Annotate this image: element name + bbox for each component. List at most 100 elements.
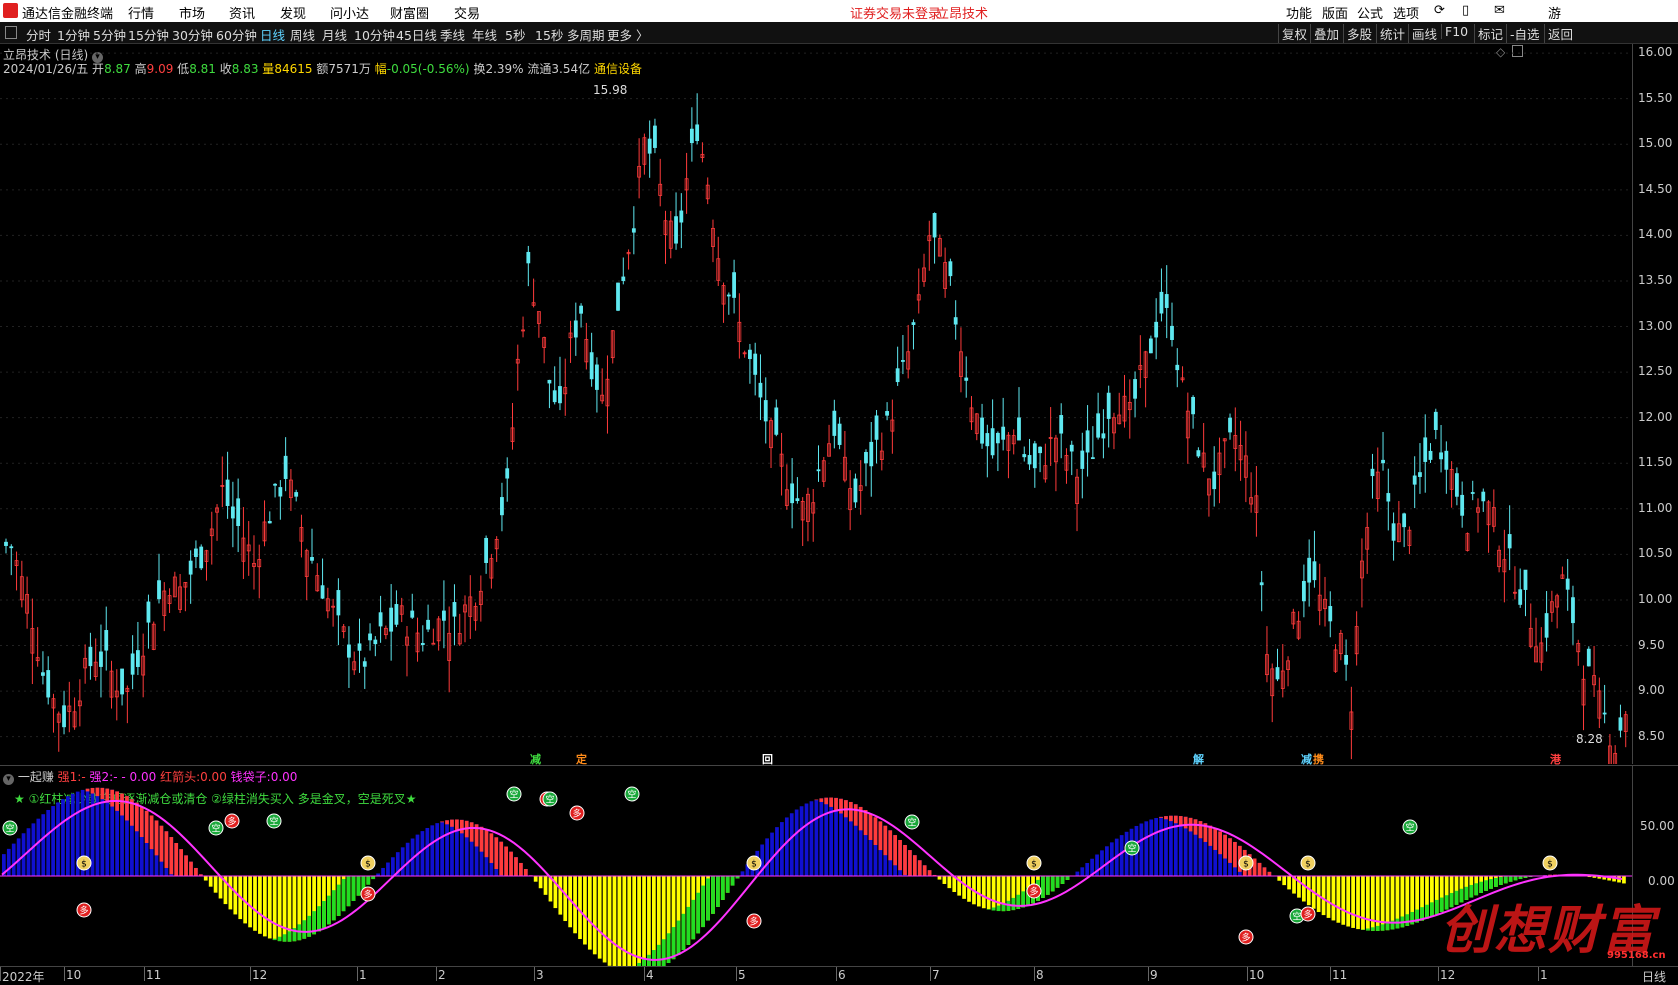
- candle-body: [553, 391, 556, 402]
- restore-rights-button[interactable]: 复权: [1278, 24, 1310, 43]
- tab-period-quarter[interactable]: 季线: [440, 25, 465, 44]
- candle-body: [1160, 292, 1163, 313]
- tab-period-15min[interactable]: 15分钟: [128, 25, 169, 44]
- phone-icon[interactable]: ▯: [1462, 3, 1469, 18]
- indicator-red-bar: [174, 843, 178, 876]
- indicator-green-bar: [1361, 929, 1365, 930]
- mail-icon[interactable]: ✉: [1494, 3, 1505, 18]
- candle-body: [965, 378, 968, 380]
- indicator-red-bar: [1174, 816, 1178, 824]
- candlestick-chart[interactable]: [0, 44, 1632, 764]
- menu-layout[interactable]: 版面: [1322, 3, 1348, 22]
- candle-body: [453, 602, 456, 616]
- tab-period-daily[interactable]: 日线: [260, 25, 285, 44]
- indicator-bar: [1080, 867, 1084, 876]
- candle-body: [764, 400, 767, 420]
- time-axis-label: 12: [1440, 968, 1455, 982]
- indicator-green-bar: [327, 896, 331, 925]
- menu-wealth[interactable]: 财富圈: [390, 3, 429, 22]
- draw-line-button[interactable]: 画线: [1408, 24, 1440, 43]
- indicator-red-bar: [908, 850, 912, 876]
- tab-period-15sec[interactable]: 15秒: [535, 25, 563, 44]
- menu-trade[interactable]: 交易: [454, 3, 480, 22]
- menu-function[interactable]: 功能: [1286, 3, 1312, 22]
- indicator-bar: [61, 799, 65, 876]
- candle-body: [5, 542, 8, 545]
- indicator-red-bar: [480, 827, 484, 852]
- price-axis-label: 8.50: [1638, 729, 1665, 743]
- indicator-bar: [992, 876, 996, 911]
- time-axis-tick: [144, 967, 145, 981]
- indicator-green-bar: [706, 878, 710, 920]
- indicator-bar: [1154, 818, 1158, 876]
- indicator-bar: [209, 876, 213, 887]
- back-button[interactable]: 返回: [1544, 24, 1576, 43]
- trade-login-notice[interactable]: 证券交易未登录: [850, 3, 941, 22]
- sidebar-toggle-icon[interactable]: [5, 26, 17, 39]
- guest-label[interactable]: 游: [1548, 3, 1561, 22]
- tab-period-multi[interactable]: 多周期: [567, 25, 605, 44]
- time-axis-label: 4: [646, 968, 654, 982]
- menu-ask[interactable]: 问小达: [330, 3, 369, 22]
- indicator-green-bar: [347, 876, 351, 906]
- time-axis-label: 10: [66, 968, 81, 982]
- candle-body: [1229, 418, 1232, 432]
- tab-period-10min[interactable]: 10分钟: [354, 25, 395, 44]
- stats-button[interactable]: 统计: [1376, 24, 1408, 43]
- overlay-button[interactable]: 叠加: [1310, 24, 1342, 43]
- indicator-red-bar: [150, 815, 154, 849]
- indicator-green-bar: [337, 885, 341, 916]
- f10-button[interactable]: F10: [1441, 24, 1471, 39]
- mark-button[interactable]: 标记: [1474, 24, 1506, 43]
- menu-formula[interactable]: 公式: [1357, 3, 1383, 22]
- candle-body: [1097, 414, 1100, 437]
- indicator-green-bar: [1366, 928, 1370, 930]
- candle-body: [411, 611, 414, 617]
- long-signal-marker: 多: [361, 887, 375, 901]
- tab-period-45day[interactable]: 45日线: [396, 25, 437, 44]
- indicator-bar: [71, 794, 75, 876]
- price-axis-label: 12.00: [1638, 410, 1672, 424]
- indicator-green-bar: [1381, 924, 1385, 930]
- tab-period-monthly[interactable]: 月线: [322, 25, 347, 44]
- tab-period-5min[interactable]: 5分钟: [93, 25, 126, 44]
- candle-body: [748, 350, 751, 358]
- indicator-red-bar: [86, 789, 90, 792]
- menu-market[interactable]: 行情: [128, 3, 154, 22]
- candle-body: [1571, 598, 1574, 623]
- candle-body: [1329, 606, 1332, 620]
- indicator-bar: [1287, 876, 1291, 889]
- menu-options[interactable]: 选项: [1393, 3, 1419, 22]
- menu-discover[interactable]: 发现: [280, 3, 306, 22]
- price-axis: [1632, 44, 1678, 764]
- indicator-bar: [1341, 876, 1345, 925]
- tab-period-5sec[interactable]: 5秒: [505, 25, 525, 44]
- indicator-red-bar: [125, 796, 129, 820]
- indicator-red-bar: [928, 870, 932, 876]
- refresh-icon[interactable]: ⟳: [1434, 3, 1445, 18]
- tab-period-weekly[interactable]: 周线: [290, 25, 315, 44]
- tab-period-timeshare[interactable]: 分时: [26, 25, 51, 44]
- menu-news[interactable]: 资讯: [229, 3, 255, 22]
- multi-stock-button[interactable]: 多股: [1343, 24, 1375, 43]
- tab-period-year[interactable]: 年线: [472, 25, 497, 44]
- time-axis-label: 6: [838, 968, 846, 982]
- indicator-chart[interactable]: 空多$空多空多$空多多空空多$空多$空多$空多$空$: [0, 766, 1632, 966]
- indicator-bar: [938, 876, 942, 880]
- tab-period-30min[interactable]: 30分钟: [172, 25, 213, 44]
- tab-period-1min[interactable]: 1分钟: [57, 25, 90, 44]
- indicator-green-bar: [1499, 877, 1503, 885]
- time-axis-tick: [64, 967, 65, 981]
- remove-watchlist-button[interactable]: -自选: [1506, 24, 1543, 43]
- indicator-red-bar: [440, 821, 444, 822]
- indicator-bar: [815, 800, 819, 876]
- indicator-red-bar: [460, 820, 464, 833]
- indicator-bar: [622, 876, 626, 966]
- tab-period-60min[interactable]: 60分钟: [216, 25, 257, 44]
- indicator-bar: [829, 798, 833, 876]
- menu-markets[interactable]: 市场: [179, 3, 205, 22]
- tab-period-more[interactable]: 更多 〉: [607, 25, 648, 44]
- indicator-green-bar: [366, 876, 370, 885]
- indicator-bar: [263, 876, 267, 936]
- indicator-bar: [534, 876, 538, 882]
